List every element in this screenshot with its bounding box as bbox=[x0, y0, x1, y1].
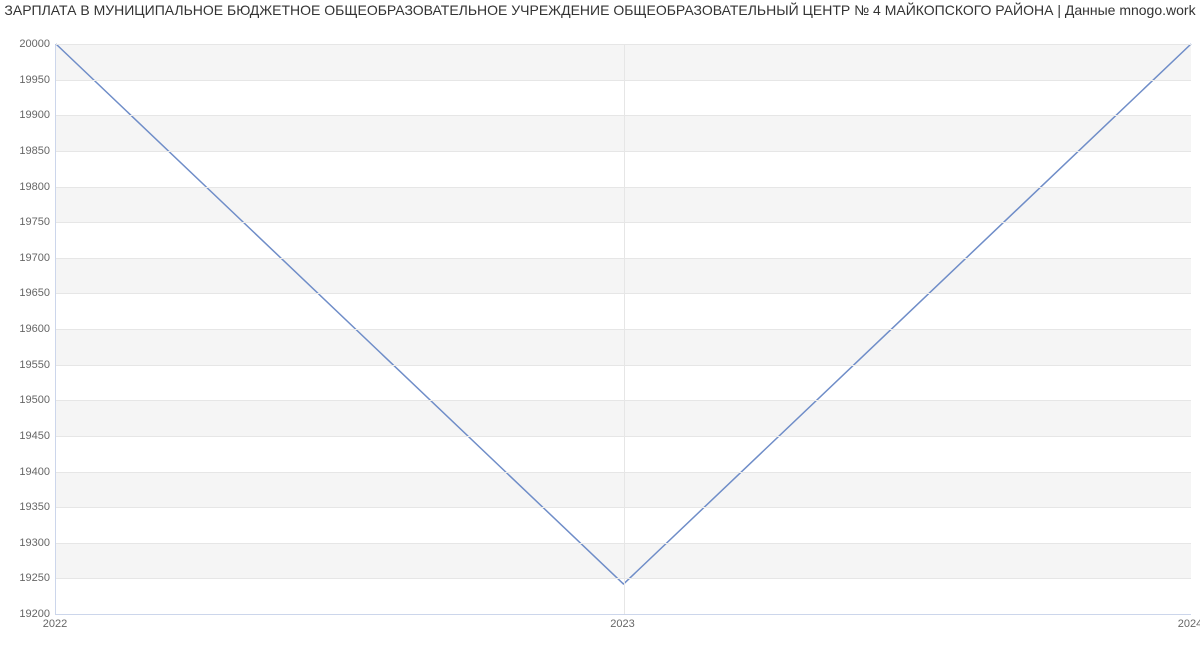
y-tick-label: 19850 bbox=[5, 145, 50, 157]
y-tick-label: 19900 bbox=[5, 109, 50, 121]
y-tick-label: 19700 bbox=[5, 252, 50, 264]
plot-area bbox=[55, 44, 1191, 615]
x-tick-label: 2024 bbox=[1178, 618, 1200, 630]
y-tick-label: 19400 bbox=[5, 466, 50, 478]
y-tick-label: 19950 bbox=[5, 74, 50, 86]
y-tick-label: 19250 bbox=[5, 572, 50, 584]
x-tick-label: 2023 bbox=[610, 618, 634, 630]
y-tick-label: 19600 bbox=[5, 323, 50, 335]
y-tick-label: 19650 bbox=[5, 287, 50, 299]
y-tick-label: 19550 bbox=[5, 359, 50, 371]
y-tick-label: 19500 bbox=[5, 394, 50, 406]
chart-container: ЗАРПЛАТА В МУНИЦИПАЛЬНОЕ БЮДЖЕТНОЕ ОБЩЕО… bbox=[0, 0, 1200, 650]
y-tick-label: 19800 bbox=[5, 181, 50, 193]
chart-title: ЗАРПЛАТА В МУНИЦИПАЛЬНОЕ БЮДЖЕТНОЕ ОБЩЕО… bbox=[0, 2, 1200, 18]
x-tick-label: 2022 bbox=[43, 618, 67, 630]
y-tick-label: 19350 bbox=[5, 501, 50, 513]
y-tick-label: 19750 bbox=[5, 216, 50, 228]
y-tick-label: 19300 bbox=[5, 537, 50, 549]
y-tick-label: 20000 bbox=[5, 38, 50, 50]
y-tick-label: 19450 bbox=[5, 430, 50, 442]
gridline-x bbox=[624, 44, 625, 614]
